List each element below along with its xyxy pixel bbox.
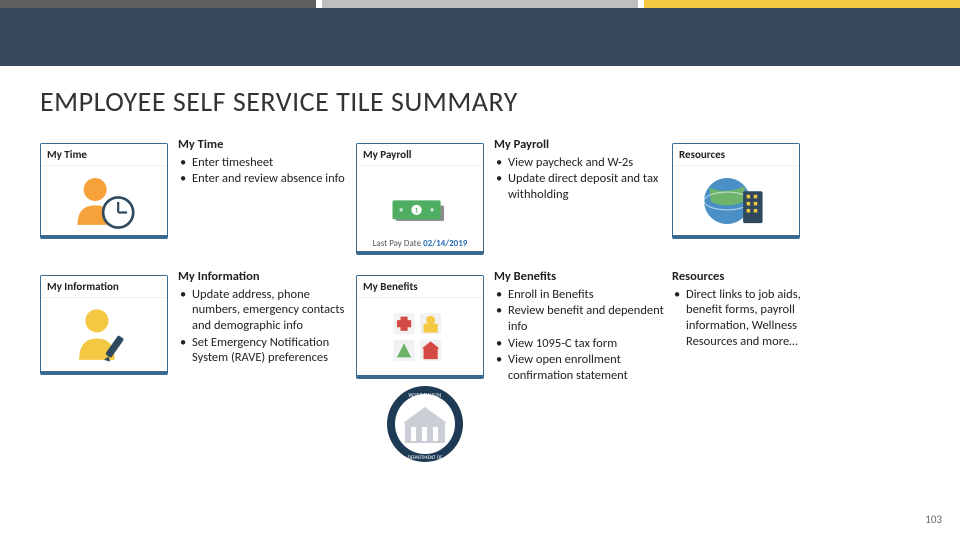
list-item: •Review benefit and dependent info xyxy=(496,303,664,334)
list-item: •Enter and review absence info xyxy=(180,171,348,187)
svg-text:DEPARTMENT OF: DEPARTMENT OF xyxy=(408,455,444,461)
desc-list: •Update address, phone numbers, emergenc… xyxy=(178,287,348,366)
slide: EMPLOYEE SELF SERVICE TILE SUMMARY My Ti… xyxy=(0,0,960,540)
tile-header: My Information xyxy=(41,276,167,298)
tile-body xyxy=(357,298,483,375)
page-number: 103 xyxy=(925,513,942,526)
list-item: •View paycheck and W-2s xyxy=(496,155,664,171)
tile-body xyxy=(41,298,167,371)
list-item: •Enroll in Benefits xyxy=(496,287,664,303)
tile-my-payroll: My Payroll 1 Last Pay Date xyxy=(356,143,484,255)
row-1: My Time My Time xyxy=(40,137,920,255)
desc-my-time: My Time •Enter timesheet •Enter and revi… xyxy=(178,137,348,188)
footer-value: 02/14/2019 xyxy=(423,238,467,249)
svg-text:WISCONSIN: WISCONSIN xyxy=(408,391,441,399)
list-item: •Update address, phone numbers, emergenc… xyxy=(180,287,348,334)
desc-my-benefits: My Benefits •Enroll in Benefits •Review … xyxy=(494,269,664,384)
desc-title: My Payroll xyxy=(494,137,664,153)
tile-body xyxy=(673,166,799,235)
banner-dark xyxy=(0,8,960,66)
desc-list: •Enter timesheet •Enter and review absen… xyxy=(178,155,348,187)
desc-my-information: My Information •Update address, phone nu… xyxy=(178,269,348,367)
content: My Time My Time xyxy=(0,129,960,469)
svg-text:ADMINISTRATION: ADMINISTRATION xyxy=(407,462,443,468)
benefits-grid-icon xyxy=(357,298,483,375)
globe-building-icon xyxy=(673,166,799,235)
tile-my-benefits: My Benefits xyxy=(356,275,484,379)
title-wrap: EMPLOYEE SELF SERVICE TILE SUMMARY xyxy=(0,66,960,129)
stripe-dark xyxy=(0,0,316,8)
list-item: •View 1095-C tax form xyxy=(496,336,664,352)
tile-header: My Time xyxy=(41,144,167,166)
stripe-gray xyxy=(322,0,638,8)
desc-title: My Time xyxy=(178,137,348,153)
list-item: •Direct links to job aids, benefit forms… xyxy=(674,287,832,350)
desc-my-payroll: My Payroll •View paycheck and W-2s •Upda… xyxy=(494,137,664,204)
footer-label: Last Pay Date xyxy=(373,238,421,249)
desc-title: Resources xyxy=(672,269,832,285)
top-stripes xyxy=(0,0,960,8)
department-seal-icon: WISCONSIN DEPARTMENT OF ADMINISTRATION xyxy=(375,379,475,469)
list-item: •Set Emergency Notification System (RAVE… xyxy=(180,335,348,366)
person-edit-icon xyxy=(41,298,167,371)
desc-resources: Resources •Direct links to job aids, ben… xyxy=(672,269,832,350)
desc-list: •Direct links to job aids, benefit forms… xyxy=(672,287,832,350)
tile-my-time: My Time xyxy=(40,143,168,239)
tile-resources: Resources xyxy=(672,143,800,239)
col-benefits: My Benefits xyxy=(356,269,494,469)
tile-my-information: My Information xyxy=(40,275,168,375)
stripe-gold xyxy=(644,0,960,8)
person-clock-icon xyxy=(41,166,167,235)
desc-title: My Information xyxy=(178,269,348,285)
desc-title: My Benefits xyxy=(494,269,664,285)
svg-text:1: 1 xyxy=(415,205,419,214)
list-item: •View open enrollment confirmation state… xyxy=(496,352,664,383)
tile-header: My Payroll xyxy=(357,144,483,166)
tile-header: My Benefits xyxy=(357,276,483,298)
list-item: •Enter timesheet xyxy=(180,155,348,171)
tile-body xyxy=(41,166,167,235)
desc-list: •View paycheck and W-2s •Update direct d… xyxy=(494,155,664,203)
desc-list: •Enroll in Benefits •Review benefit and … xyxy=(494,287,664,384)
list-item: •Update direct deposit and tax withholdi… xyxy=(496,171,664,202)
row-2: My Information My Information xyxy=(40,269,920,469)
page-title: EMPLOYEE SELF SERVICE TILE SUMMARY xyxy=(40,84,920,119)
tile-header: Resources xyxy=(673,144,799,166)
tile-footer: Last Pay Date 02/14/2019 xyxy=(357,238,483,249)
